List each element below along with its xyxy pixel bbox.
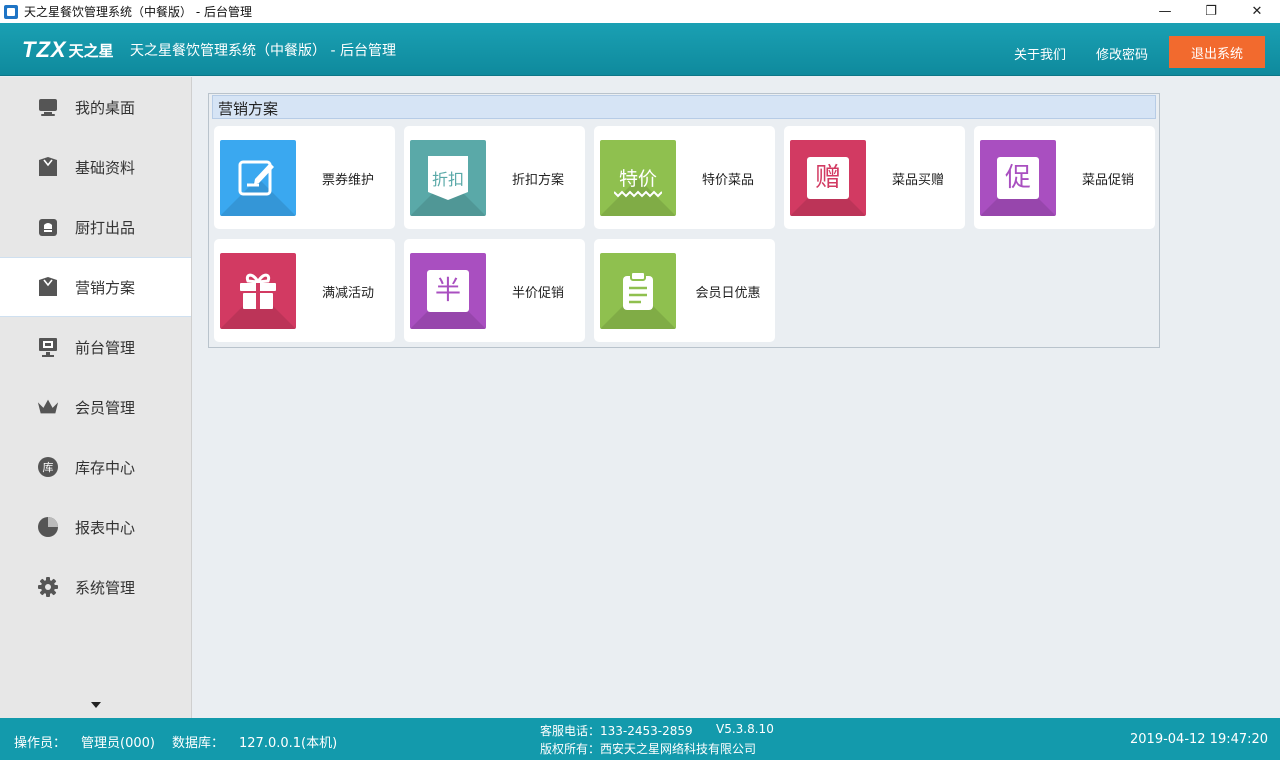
sidebar-item-inventory[interactable]: 库 库存中心 (0, 437, 191, 497)
sidebar-item-label: 我的桌面 (75, 98, 136, 117)
card-buy-gift[interactable]: 赠 菜品买赠 (784, 126, 965, 229)
operator-value: 管理员(000) (81, 736, 155, 751)
package-icon (37, 156, 59, 178)
package-icon (37, 276, 59, 298)
card-label: 半价促销 (511, 286, 564, 301)
sidebar-item-label: 营销方案 (75, 278, 136, 297)
logo-mark: TZX (22, 37, 67, 62)
pie-chart-icon (37, 516, 59, 538)
minimize-button[interactable]: — (1142, 0, 1188, 23)
card-label: 菜品促销 (1081, 173, 1134, 188)
logo-brand: 天之星 (68, 41, 114, 60)
voucher-tile (220, 140, 296, 216)
sidebar-item-label: 系统管理 (75, 578, 136, 597)
sidebar-item-label: 报表中心 (75, 518, 136, 537)
card-discount-plan[interactable]: 折扣 折扣方案 (404, 126, 585, 229)
sidebar-item-label: 前台管理 (75, 338, 136, 357)
card-label: 菜品买赠 (891, 173, 944, 188)
sidebar-item-system[interactable]: 系统管理 (0, 557, 191, 617)
operator-label: 操作员： (14, 736, 67, 751)
card-voucher-maintenance[interactable]: 票券维护 (214, 126, 395, 229)
special-price-glyph: 特价 (618, 168, 657, 190)
monitor-icon (37, 96, 59, 118)
logout-button[interactable]: 退出系统 (1169, 36, 1265, 68)
discount-glyph: 折扣 (431, 170, 464, 189)
sidebar-item-label: 会员管理 (75, 398, 136, 417)
card-half-price[interactable]: 半 半价促销 (404, 239, 585, 342)
promotion-glyph-icon: 促 (997, 157, 1039, 199)
card-dish-promotion[interactable]: 促 菜品促销 (974, 126, 1155, 229)
card-label: 折扣方案 (511, 173, 564, 188)
window-titlebar: 天之星餐饮管理系统（中餐版） - 后台管理 — ❐ ✕ (0, 0, 1280, 23)
sidebar-item-reports[interactable]: 报表中心 (0, 497, 191, 557)
half-price-glyph-icon: 半 (427, 270, 469, 312)
sidebar-item-desktop[interactable]: 我的桌面 (0, 77, 191, 137)
price-ticket-icon: 特价 (614, 158, 662, 198)
system-title: 天之星餐饮管理系统（中餐版） - 后台管理 (130, 43, 396, 59)
version: V5.3.8.10 (716, 722, 774, 736)
database-value: 127.0.0.1(本机) (239, 736, 338, 751)
gift-box-icon (237, 270, 279, 312)
hotline: 客服电话：133-2453-2859 (540, 724, 693, 738)
sidebar-item-label: 基础资料 (75, 158, 136, 177)
gift-glyph-icon: 赠 (807, 157, 849, 199)
sidebar-item-basic-data[interactable]: 基础资料 (0, 137, 191, 197)
warehouse-icon: 库 (37, 456, 59, 478)
status-bar: 操作员： 管理员(000) 数据库： 127.0.0.1(本机) 客服电话：13… (0, 718, 1280, 760)
full-reduction-tile (220, 253, 296, 329)
discount-tag-icon: 折扣 (426, 154, 470, 202)
discount-tile: 折扣 (410, 140, 486, 216)
sidebar-item-front-desk[interactable]: 前台管理 (0, 317, 191, 377)
card-member-day[interactable]: 会员日优惠 (594, 239, 775, 342)
card-label: 会员日优惠 (695, 286, 761, 301)
sidebar-item-members[interactable]: 会员管理 (0, 377, 191, 437)
panel-header: 营销方案 (212, 95, 1156, 119)
app-header: TZX 天之星 天之星餐饮管理系统（中餐版） - 后台管理 关于我们 修改密码 … (0, 23, 1280, 76)
member-day-tile (600, 253, 676, 329)
close-button[interactable]: ✕ (1234, 0, 1280, 23)
sidebar: 我的桌面 基础资料 厨打出品 营销方案 前台管理 会员管理 库 库存中心 报表中… (0, 77, 192, 718)
panel-title: 营销方案 (218, 100, 279, 118)
window-controls: — ❐ ✕ (1142, 0, 1280, 23)
sidebar-item-label: 库存中心 (75, 458, 136, 477)
restore-button[interactable]: ❐ (1188, 0, 1234, 23)
copyright: 版权所有：西安天之星网络科技有限公司 (540, 742, 757, 756)
card-label: 特价菜品 (701, 173, 754, 188)
clipboard-icon (617, 270, 659, 312)
card-label: 票券维护 (321, 173, 374, 188)
dish-promotion-tile: 促 (980, 140, 1056, 216)
card-label: 满减活动 (321, 286, 374, 301)
card-special-price[interactable]: 特价 特价菜品 (594, 126, 775, 229)
sidebar-item-marketing[interactable]: 营销方案 (0, 257, 191, 317)
chef-hat-icon (37, 216, 59, 238)
app-icon (4, 4, 18, 19)
datetime: 2019-04-12 19:47:20 (1130, 732, 1269, 747)
database-label: 数据库： (172, 736, 225, 751)
window-title: 天之星餐饮管理系统（中餐版） - 后台管理 (24, 5, 252, 19)
buy-gift-tile: 赠 (790, 140, 866, 216)
card-full-reduction[interactable]: 满减活动 (214, 239, 395, 342)
screen-icon (37, 336, 59, 358)
gear-icon (37, 576, 59, 598)
change-password-link[interactable]: 修改密码 (1096, 44, 1148, 63)
half-price-tile: 半 (410, 253, 486, 329)
edit-icon (237, 157, 279, 199)
warehouse-icon-text: 库 (43, 461, 54, 474)
about-us-link[interactable]: 关于我们 (1014, 44, 1066, 63)
special-price-tile: 特价 (600, 140, 676, 216)
sidebar-item-label: 厨打出品 (75, 218, 136, 237)
crown-icon (37, 396, 59, 418)
chevron-down-icon[interactable] (91, 702, 101, 708)
marketing-panel: 营销方案 票券维护 折扣 折扣方案 特价 特价菜品 赠 菜品买赠 促 菜品促销 … (208, 93, 1160, 348)
logo: TZX 天之星 (22, 35, 114, 65)
sidebar-item-kitchen-print[interactable]: 厨打出品 (0, 197, 191, 257)
